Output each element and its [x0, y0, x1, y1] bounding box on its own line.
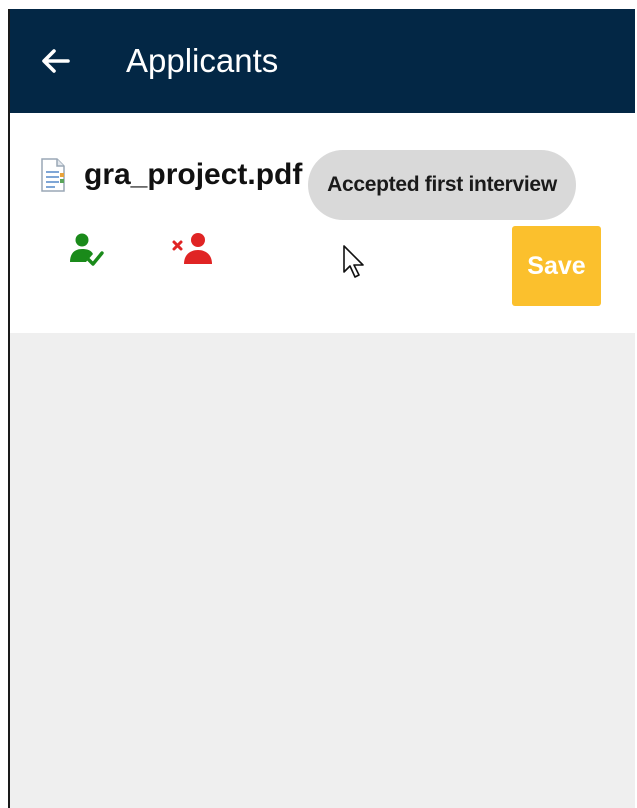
arrow-left-icon [42, 49, 70, 73]
page-title: Applicants [126, 42, 279, 79]
reject-applicant-button[interactable] [170, 231, 216, 271]
accept-applicant-button[interactable] [68, 231, 108, 271]
mouse-cursor-icon [343, 245, 364, 278]
back-button[interactable] [34, 39, 78, 83]
applicant-card: gra_project.pdf Accepted first interview… [10, 113, 635, 333]
app-screen: Applicants gra_project.pdf Accepted firs… [8, 9, 635, 808]
status-tooltip: Accepted first interview [308, 150, 576, 220]
save-button[interactable]: Save [512, 226, 601, 306]
document-icon [41, 158, 65, 192]
app-bar: Applicants [10, 9, 635, 113]
person-check-icon [70, 233, 104, 266]
person-remove-icon [172, 233, 212, 264]
file-name: gra_project.pdf [84, 158, 303, 191]
